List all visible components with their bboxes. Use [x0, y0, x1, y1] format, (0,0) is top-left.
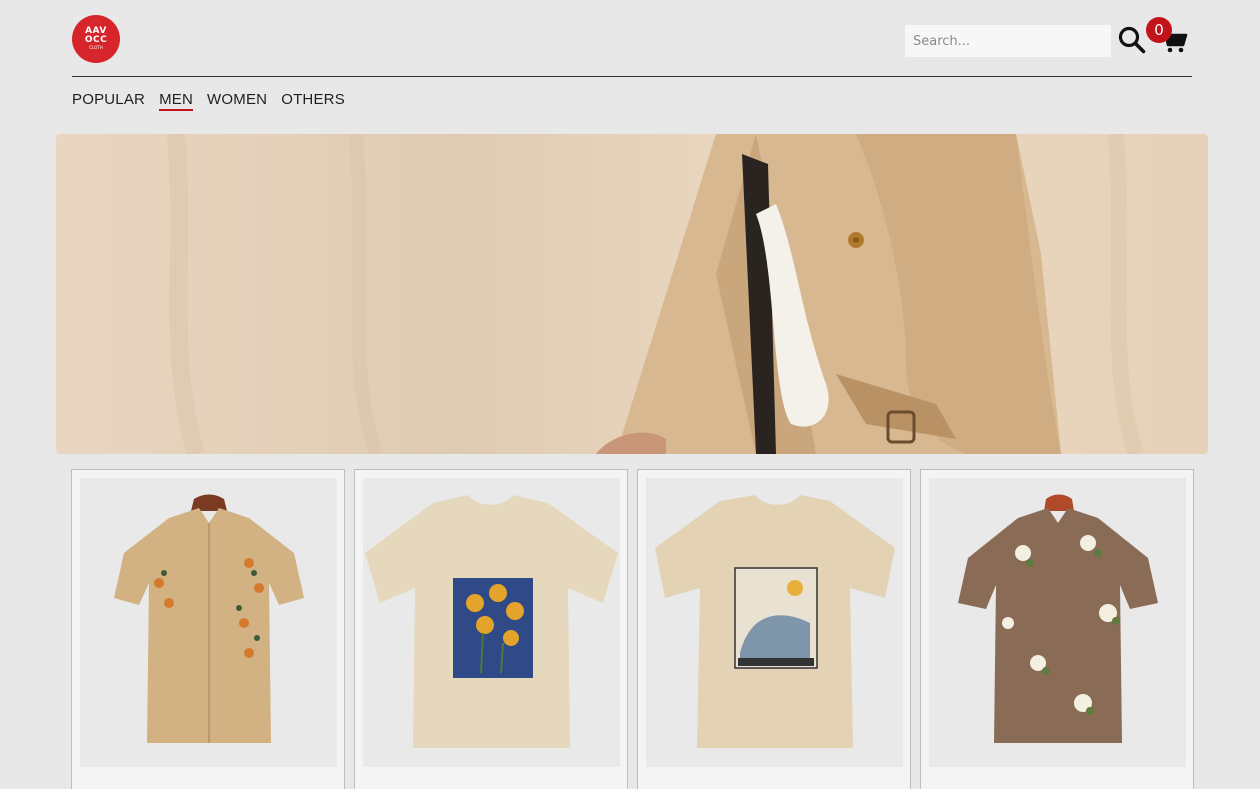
cart-count-badge: 0 — [1146, 17, 1172, 43]
product-image[interactable] — [363, 478, 620, 767]
header-divider — [72, 76, 1192, 77]
product-grid — [71, 469, 1194, 789]
embroidered-shirt-image — [113, 494, 304, 743]
nav-item-popular[interactable]: POPULAR — [72, 91, 145, 111]
product-card[interactable] — [71, 469, 345, 789]
search-button[interactable] — [1118, 26, 1146, 54]
product-image[interactable] — [929, 478, 1186, 767]
logo-text-middle: OCC — [84, 35, 108, 45]
nav-item-men[interactable]: MEN — [159, 91, 194, 111]
product-card[interactable] — [354, 469, 628, 789]
hero-banner — [56, 134, 1208, 454]
brand-logo[interactable]: AAV OCC CLOTH — [72, 15, 120, 63]
product-card[interactable] — [637, 469, 911, 789]
search-input[interactable] — [905, 25, 1111, 57]
logo-text-bottom: CLOTH — [89, 45, 103, 50]
nav-item-others[interactable]: OTHERS — [281, 91, 345, 111]
product-image[interactable] — [646, 478, 903, 767]
nature-print-tshirt-image — [654, 494, 895, 748]
product-image[interactable] — [80, 478, 337, 767]
category-nav: POPULAR MEN WOMEN OTHERS — [72, 91, 345, 111]
nav-item-women[interactable]: WOMEN — [207, 91, 267, 111]
sunflower-tshirt-image — [365, 494, 618, 748]
product-card[interactable] — [920, 469, 1194, 789]
hero-trench-coat-image — [167, 134, 1144, 454]
floral-shirt-image — [957, 494, 1158, 743]
search-icon — [1118, 26, 1146, 54]
